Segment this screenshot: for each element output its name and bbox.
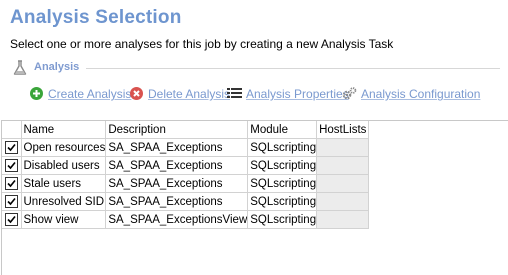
analysis-properties-label: Analysis Properties bbox=[246, 87, 349, 101]
row-checkbox[interactable] bbox=[4, 141, 18, 154]
table-header-row: Name Description Module HostLists bbox=[2, 121, 370, 139]
cell-module[interactable]: SQLscripting bbox=[247, 138, 318, 157]
header-checkbox-column bbox=[2, 121, 22, 139]
cell-name[interactable]: Stale users bbox=[21, 174, 107, 193]
group-divider bbox=[86, 68, 500, 69]
cell-hostlists[interactable] bbox=[316, 138, 370, 157]
cell-hostlists[interactable] bbox=[316, 210, 370, 229]
cell-hostlists[interactable] bbox=[316, 174, 370, 193]
cell-name[interactable]: Unresolved SID bbox=[21, 192, 107, 211]
cell-description[interactable]: SA_SPAA_Exceptions bbox=[105, 156, 249, 175]
row-checkbox-cell bbox=[2, 192, 22, 211]
delete-analysis-label: Delete Analysis bbox=[148, 87, 231, 101]
cell-name[interactable]: Disabled users bbox=[21, 156, 107, 175]
row-checkbox-cell bbox=[2, 174, 22, 193]
list-icon bbox=[227, 88, 242, 98]
delete-icon bbox=[130, 87, 143, 100]
cell-module[interactable]: SQLscripting bbox=[247, 192, 318, 211]
create-analysis-label: Create Analysis bbox=[48, 87, 132, 101]
flask-icon bbox=[13, 60, 27, 75]
cell-description[interactable]: SA_SPAA_Exceptions bbox=[105, 192, 249, 211]
cell-description[interactable]: SA_SPAA_Exceptions bbox=[105, 138, 249, 157]
table-row[interactable]: Disabled users SA_SPAA_Exceptions SQLscrip… bbox=[2, 156, 370, 175]
row-checkbox-cell bbox=[2, 156, 22, 175]
row-checkbox[interactable] bbox=[4, 177, 18, 190]
cell-name[interactable]: Open resources bbox=[21, 138, 107, 157]
column-header-description[interactable]: Description bbox=[105, 121, 249, 139]
cell-description[interactable]: SA_SPAA_Exceptions bbox=[105, 174, 249, 193]
column-header-name[interactable]: Name bbox=[21, 121, 107, 139]
table-row[interactable]: Unresolved SID SA_SPAA_Exceptions SQLscrip… bbox=[2, 192, 370, 211]
add-icon bbox=[30, 87, 43, 100]
column-header-module[interactable]: Module bbox=[247, 121, 318, 139]
analysis-configuration-label: Analysis Configuration bbox=[361, 87, 481, 101]
cell-module[interactable]: SQLscripting bbox=[247, 156, 318, 175]
cell-name[interactable]: Show view bbox=[21, 210, 107, 229]
cell-hostlists[interactable] bbox=[316, 192, 370, 211]
row-checkbox[interactable] bbox=[4, 159, 18, 172]
row-checkbox-cell bbox=[2, 210, 22, 229]
table-row[interactable]: Show view SA_SPAA_ExceptionsView SQLscript… bbox=[2, 210, 370, 229]
analysis-group-header: Analysis bbox=[12, 59, 500, 79]
cell-module[interactable]: SQLscripting bbox=[247, 174, 318, 193]
cell-description[interactable]: SA_SPAA_ExceptionsView bbox=[105, 210, 249, 229]
analysis-table: Name Description Module HostLists Open r… bbox=[2, 121, 370, 229]
cell-hostlists[interactable] bbox=[316, 156, 370, 175]
gears-icon bbox=[342, 87, 357, 100]
row-checkbox[interactable] bbox=[4, 195, 18, 208]
column-header-hostlists[interactable]: HostLists bbox=[316, 121, 370, 139]
page-title: Analysis Selection bbox=[10, 7, 182, 28]
page-subtitle: Select one or more analyses for this job… bbox=[10, 37, 394, 51]
table-row[interactable]: Open resources SA_SPAA_Exceptions SQLscrip… bbox=[2, 138, 370, 157]
row-checkbox-cell bbox=[2, 138, 22, 157]
analysis-grid: Name Description Module HostLists Open r… bbox=[1, 120, 508, 275]
group-label: Analysis bbox=[34, 61, 80, 73]
table-row[interactable]: Stale users SA_SPAA_Exceptions SQLscriptin… bbox=[2, 174, 370, 193]
row-checkbox[interactable] bbox=[4, 213, 18, 226]
cell-module[interactable]: SQLscripting bbox=[247, 210, 318, 229]
